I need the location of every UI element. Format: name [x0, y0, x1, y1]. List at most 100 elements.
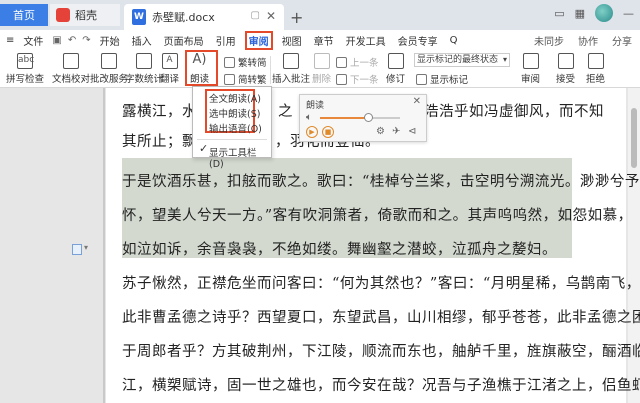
track-status-select[interactable]: 显示标记的最终状态 [414, 53, 510, 67]
avatar[interactable] [595, 4, 613, 22]
doc-line-4: 怀，望美人兮天一方。”客有吹洞箫者，倚歌而和之。其声呜呜然，如怨如慕， [122, 208, 633, 224]
doc-proof-label: 文档校对 [52, 74, 91, 85]
annotate-icon [101, 53, 117, 69]
comment-icon [283, 53, 299, 69]
save-icon[interactable]: ▣ [52, 35, 61, 46]
trad-simp-icon [224, 56, 235, 68]
vertical-ruler [103, 88, 105, 403]
delete-comment-button[interactable]: 删除 [312, 53, 331, 85]
doc-line-6: 苏子愀然，正襟危坐而问客曰：“何为其然也？”客曰：“月明星稀，乌鹊南飞， [122, 276, 640, 292]
marker-dropdown-icon[interactable]: ▾ [84, 243, 88, 252]
speed-icon[interactable]: ✈ [392, 126, 400, 137]
insert-comment-button[interactable]: 插入批注 [272, 53, 310, 85]
close-icon[interactable]: ✕ [413, 96, 421, 107]
reader-title: 朗读 [306, 101, 325, 111]
accept-label: 接受 [556, 74, 576, 85]
next-icon [336, 73, 347, 85]
translate-button[interactable]: A 翻译 [160, 53, 179, 85]
export-icon[interactable]: ⊲ [408, 126, 416, 137]
show-marks-button[interactable]: 显示标记 [416, 72, 468, 86]
menu-review[interactable]: 审阅 [244, 30, 273, 50]
simp-to-trad-label: 简转繁 [238, 75, 267, 86]
doc-line-1-right: 浩浩乎如冯虚御风，而不知 [424, 104, 604, 120]
review-pane-button[interactable]: 审阅 [521, 53, 540, 85]
spellcheck-button[interactable]: abc 拼写检查 [6, 53, 44, 85]
speed-slider[interactable] [320, 113, 400, 122]
simp-to-trad-button[interactable]: 简转繁 [224, 72, 267, 86]
scrollbar-thumb[interactable] [631, 108, 637, 168]
sync-status[interactable]: 未同步 [534, 33, 564, 48]
show-marks-label: 显示标记 [430, 75, 469, 86]
tab-daoke[interactable]: 稻壳 [50, 4, 120, 26]
revise-button[interactable]: 修订 [386, 53, 405, 85]
minimize-icon[interactable]: — [623, 7, 634, 20]
spellcheck-label: 拼写检查 [6, 74, 45, 85]
slider-fill [320, 117, 368, 119]
slider-handle[interactable] [364, 113, 373, 122]
menu-reference[interactable]: 引用 [213, 31, 239, 50]
search-icon[interactable]: Q [447, 33, 461, 48]
annotate-label: 批改服务 [90, 74, 129, 85]
menu-insert[interactable]: 插入 [129, 31, 155, 50]
menu-chapter[interactable]: 章节 [311, 31, 337, 50]
tab-document[interactable]: W 赤壁赋.docx ▢ ✕ [124, 4, 284, 30]
trad-to-simp-button[interactable]: 繁转简 [224, 55, 267, 69]
accept-button[interactable]: 接受 [556, 53, 575, 85]
reject-button[interactable]: 拒绝 [586, 53, 605, 85]
proof-icon [63, 53, 79, 69]
stop-icon[interactable]: ■ [322, 126, 334, 138]
menu-export-audio[interactable]: 输出语音(O) [209, 121, 262, 135]
accept-icon [557, 53, 574, 69]
menu-dev-tools[interactable]: 开发工具 [343, 31, 389, 50]
doc-line-1-left: 露横江，水 [122, 104, 197, 120]
new-tab-button[interactable]: + [290, 8, 303, 27]
next-comment-button[interactable]: 下一条 [336, 72, 379, 86]
collaborate-button[interactable]: 协作 [578, 33, 598, 48]
menu-file[interactable]: 文件 [20, 31, 46, 50]
menu-page-layout[interactable]: 页面布局 [161, 31, 207, 50]
reject-label: 拒绝 [586, 74, 606, 85]
tab-home-label: 首页 [13, 9, 35, 22]
read-aloud-dropdown: 全文朗读(A) 选中朗读(S) 输出语音(O) ✓ 显示工具栏(D) [192, 86, 272, 170]
delete-label: 删除 [312, 74, 332, 85]
volume-icon[interactable]: 🔈︎ [306, 112, 312, 123]
menu-member[interactable]: 会员专享 [395, 31, 441, 50]
redo-icon[interactable]: ↷ [82, 35, 90, 46]
settings-icon[interactable]: ⚙ [376, 126, 385, 137]
revise-label: 修订 [386, 74, 406, 85]
insert-comment-label: 插入批注 [272, 74, 311, 85]
layout-icon[interactable]: ▭ [554, 7, 564, 20]
prev-comment-button[interactable]: 上一条 [336, 55, 379, 69]
tab-document-label: 赤壁赋.docx [152, 11, 215, 24]
menu-start[interactable]: 开始 [97, 31, 123, 50]
doc-line-9: 江，横槊赋诗，固一世之雄也，而今安在哉？况吾与子渔樵于江渚之上，侣鱼虾 [122, 378, 640, 394]
menu-full-read[interactable]: 全文朗读(A) [209, 91, 261, 105]
doc-line-7: 此非曹孟德之诗乎？西望夏口，东望武昌，山川相缪，郁乎苍苍，此非孟德之困 [122, 310, 640, 326]
share-button[interactable]: 分享 [612, 33, 632, 48]
simp-trad-icon [224, 73, 235, 85]
menu-view[interactable]: 视图 [279, 31, 305, 50]
tab-home[interactable]: 首页 [0, 4, 48, 26]
doc-line-2-left: 其所止；飘 [122, 134, 197, 150]
delete-comment-icon [313, 53, 330, 69]
wordcount-label: 字数统计 [125, 74, 164, 85]
annotate-service-button[interactable]: 批改服务 [90, 53, 128, 85]
wordcount-icon [136, 53, 152, 69]
read-aloud-toolbar: 朗读 ✕ 🔈︎ ▶ ■ ⚙ ✈ ⊲ [299, 94, 427, 142]
review-icon [522, 53, 539, 69]
menu-show-toolbar[interactable]: 显示工具栏(D) [209, 145, 271, 170]
check-icon: ✓ [199, 142, 209, 155]
close-icon[interactable]: ✕ [266, 9, 276, 23]
hamburger-icon[interactable]: ≡ [6, 35, 14, 46]
wordcount-button[interactable]: 字数统计 [125, 53, 163, 85]
doc-proof-button[interactable]: 文档校对 [52, 53, 90, 85]
play-icon[interactable]: ▶ [306, 126, 318, 138]
pin-icon[interactable]: ▢ [251, 10, 260, 21]
undo-icon[interactable]: ↶ [68, 35, 76, 46]
reject-icon [587, 53, 604, 69]
window-controls: ▭ ▦ — [554, 4, 640, 22]
grid-icon[interactable]: ▦ [575, 7, 585, 20]
doc-line-3: 于是饮酒乐甚，扣舷而歌之。歌曰：“桂棹兮兰桨，击空明兮溯流光。渺渺兮予 [122, 174, 640, 190]
paragraph-marker-icon[interactable] [72, 244, 82, 255]
menu-selected-read[interactable]: 选中朗读(S) [209, 106, 260, 120]
